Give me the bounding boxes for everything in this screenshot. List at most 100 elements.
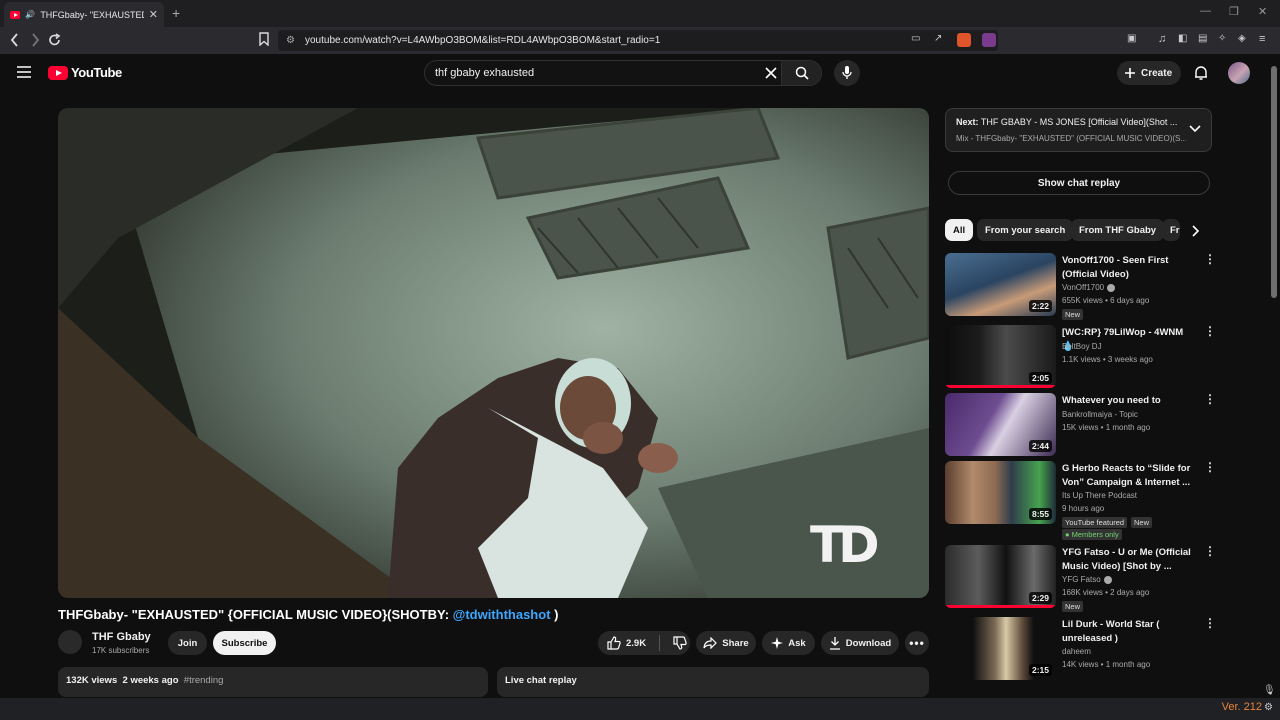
wallet-icon[interactable]: ▤ — [1198, 33, 1212, 47]
account-avatar[interactable] — [1228, 62, 1250, 84]
rec-channel: Its Up There Podcast — [1062, 491, 1137, 500]
featured-badge: YouTube featured — [1062, 517, 1128, 528]
chips-next-chevron-icon[interactable] — [1192, 225, 1200, 237]
ask-label: Ask — [788, 637, 806, 649]
new-tab-button[interactable]: + — [172, 5, 180, 21]
chip-fr[interactable]: Fr — [1162, 219, 1180, 241]
more-vert-icon[interactable]: ⋮ — [1204, 325, 1216, 337]
share-button[interactable]: Share — [696, 631, 756, 655]
thumbnail[interactable]: 2:22 — [945, 253, 1056, 316]
panel-icon[interactable]: ◧ — [1178, 33, 1192, 47]
recommendation-item[interactable]: 2:05 [WC:RP} 79LilWop - 4WNM 💧 BeltBoy D… — [945, 325, 1216, 388]
menu-icon[interactable]: ≡ — [1259, 33, 1273, 47]
like-button[interactable]: 2.9K — [607, 636, 646, 650]
browser-tab[interactable]: 🔊 THFGbaby- "EXHAUSTED" {O ✕ — [4, 2, 164, 27]
video-player[interactable]: TD — [58, 108, 929, 598]
recommendation-item[interactable]: 8:55 G Herbo Reacts to “Slide for Von” C… — [945, 461, 1216, 541]
voice-search-button[interactable] — [834, 60, 860, 86]
minimize-icon[interactable]: — — [1200, 5, 1211, 17]
ask-button[interactable]: Ask — [762, 631, 815, 655]
rec-channel: YFG Fatso — [1062, 575, 1112, 584]
hashtag-link[interactable]: #trending — [184, 675, 224, 686]
chip-from-thf-gbaby[interactable]: From THF Gbaby — [1071, 219, 1165, 241]
back-icon[interactable] — [9, 32, 21, 48]
tab-close-icon[interactable]: ✕ — [149, 8, 158, 21]
recommendation-item[interactable]: 2:44 Whatever you need to Bankrollmaiya … — [945, 393, 1216, 456]
notifications-bell-icon[interactable] — [1194, 65, 1208, 81]
mention-link[interactable]: @tdwiththashot — [453, 607, 551, 622]
more-vert-icon[interactable]: ⋮ — [1204, 617, 1216, 629]
maximize-icon[interactable]: ❐ — [1229, 5, 1239, 18]
rec-meta: 1.1K views • 3 weeks ago — [1062, 355, 1153, 364]
rec-channel: daheem — [1062, 647, 1091, 656]
thumbnail[interactable]: 2:29 — [945, 545, 1056, 608]
rec-title[interactable]: VonOff1700 - Seen First (Official Video) — [1062, 254, 1192, 281]
forward-icon[interactable] — [29, 32, 41, 48]
recommendation-item[interactable]: 2:29 YFG Fatso - U or Me (Official Music… — [945, 545, 1216, 612]
dislike-button[interactable] — [673, 636, 687, 650]
sidebar-toggle-icon[interactable]: ▣ — [1127, 33, 1141, 47]
url-field[interactable]: ⚙ youtube.com/watch?v=L4AWbpO3BOM&list=R… — [278, 30, 998, 51]
recommendation-item[interactable]: 2:22 VonOff1700 - Seen First (Official V… — [945, 253, 1216, 320]
bookmark-icon[interactable] — [259, 32, 269, 46]
site-info-icon[interactable]: ⚙ — [286, 35, 295, 46]
rec-meta: 15K views • 1 month ago — [1062, 423, 1151, 432]
more-vert-icon[interactable]: ⋮ — [1204, 393, 1216, 405]
reload-icon[interactable] — [48, 32, 62, 48]
channel-name[interactable]: THF Gbaby — [92, 631, 151, 643]
rec-channel-name: VonOff1700 — [1062, 283, 1105, 292]
next-title: THF GBABY - MS JONES [Official Video](Sh… — [980, 117, 1178, 127]
music-icon[interactable]: ♫ — [1158, 33, 1172, 47]
guide-menu-icon[interactable] — [17, 66, 31, 78]
duration-badge: 2:29 — [1028, 592, 1052, 604]
leo-icon[interactable]: ✧ — [1218, 33, 1232, 47]
recommendation-item[interactable]: 2:15 Lil Durk - World Star ( unreleased … — [945, 617, 1216, 680]
more-vert-icon[interactable]: ⋮ — [1204, 253, 1216, 265]
search-box[interactable]: thf gbaby exhausted — [424, 60, 822, 86]
rec-title[interactable]: Whatever you need to — [1062, 394, 1192, 408]
clear-search-icon[interactable] — [765, 66, 777, 80]
thumbnail[interactable]: 2:05 — [945, 325, 1056, 388]
window-close-icon[interactable]: ✕ — [1258, 5, 1267, 18]
channel-avatar[interactable] — [58, 630, 82, 654]
brave-rewards-icon[interactable] — [982, 33, 996, 47]
chip-from-your-search[interactable]: From your search — [977, 219, 1074, 241]
youtube-logo[interactable]: YouTube — [48, 65, 122, 80]
description-box[interactable]: 132K views 2 weeks ago #trending — [58, 667, 488, 697]
share-label: Share — [722, 637, 749, 649]
rec-title[interactable]: G Herbo Reacts to “Slide for Von” Campai… — [1062, 462, 1192, 489]
more-vert-icon[interactable]: ⋮ — [1204, 545, 1216, 557]
thumbnail[interactable]: 8:55 — [945, 461, 1056, 524]
page-scrollbar[interactable] — [1271, 66, 1277, 298]
subscribe-button[interactable]: Subscribe — [213, 631, 276, 655]
subscriber-count: 17K subscribers — [92, 646, 150, 655]
join-button[interactable]: Join — [168, 631, 207, 655]
more-vert-icon[interactable]: ⋮ — [1204, 461, 1216, 473]
cast-icon[interactable]: ▭ — [911, 33, 925, 47]
show-chat-replay-button[interactable]: Show chat replay — [948, 171, 1210, 195]
mic-status-icon[interactable]: 🎙 — [1263, 685, 1276, 696]
live-chat-replay-box[interactable]: Live chat replay — [497, 667, 929, 697]
sparkle-icon — [771, 637, 784, 649]
vpn-icon[interactable]: ◈ — [1238, 33, 1252, 47]
chevron-down-icon[interactable] — [1189, 125, 1201, 133]
brave-shields-icon[interactable] — [957, 33, 971, 47]
thumbnail[interactable]: 2:15 — [945, 617, 1056, 680]
rec-title[interactable]: Lil Durk - World Star ( unreleased ) — [1062, 618, 1192, 645]
youtube-play-icon — [48, 65, 68, 80]
thumbnail[interactable]: 2:44 — [945, 393, 1056, 456]
share-page-icon[interactable]: ↗ — [934, 33, 948, 47]
create-button[interactable]: Create — [1117, 61, 1181, 85]
more-actions-button[interactable]: ••• — [905, 631, 929, 655]
chip-all[interactable]: All — [945, 219, 974, 241]
search-input[interactable]: thf gbaby exhausted — [435, 67, 534, 79]
up-next-panel[interactable]: Next: THF GBABY - MS JONES [Official Vid… — [945, 108, 1212, 152]
download-button[interactable]: Download — [821, 631, 899, 655]
new-badge: New — [1062, 309, 1084, 320]
search-button[interactable] — [781, 61, 821, 85]
speaker-icon[interactable]: 🔊 — [25, 10, 35, 19]
youtube-favicon-icon — [10, 10, 21, 19]
plus-icon — [1125, 68, 1135, 78]
settings-icon[interactable]: ⚙ — [1264, 702, 1273, 713]
rec-title[interactable]: YFG Fatso - U or Me (Official Music Vide… — [1062, 546, 1192, 573]
